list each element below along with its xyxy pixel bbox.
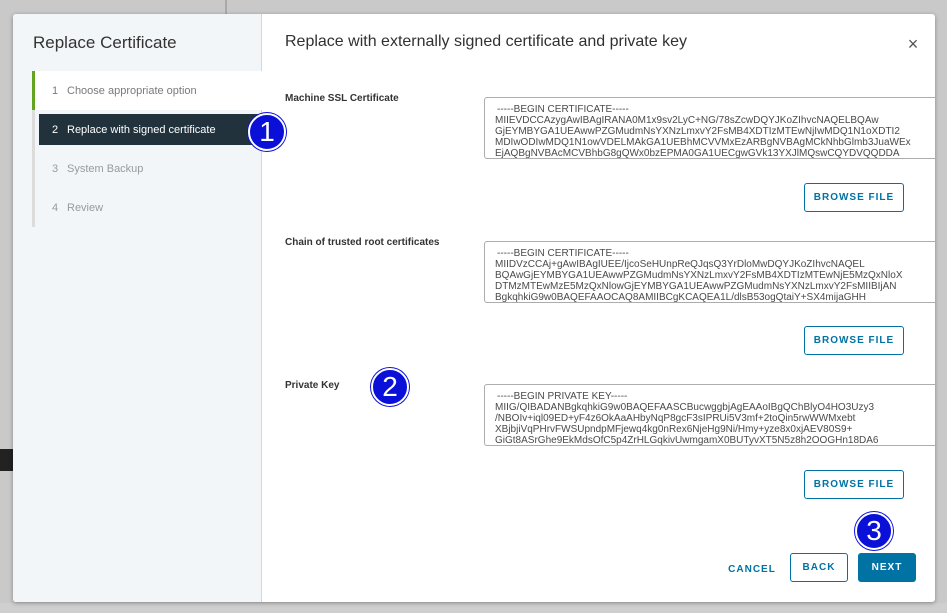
text-line: -----BEGIN CERTIFICATE-----: [497, 248, 629, 259]
text-line: XBjbjiVqPHrvFWSUpndpMFjewq4kg0nRex6NjeHg…: [495, 424, 853, 435]
text-line: GiGt8ASrGhe9EkMdsOfC5p4ZrHLGqkivUwmgamX0…: [495, 435, 879, 446]
step-replace-signed-certificate[interactable]: 2 Replace with signed certificate: [39, 114, 262, 145]
step-label: Choose appropriate option: [67, 84, 197, 97]
text-line: MDIwODIwMDQ1N1owVDELMAkGA1UEBhMCVVMxEzAR…: [495, 137, 911, 148]
machine-ssl-certificate-textarea[interactable]: -----BEGIN CERTIFICATE----- MIIEVDCCAzyg…: [484, 97, 935, 159]
page-title: Replace with externally signed certifica…: [285, 33, 687, 50]
step-system-backup[interactable]: 3 System Backup: [35, 149, 262, 188]
backdrop-bottom: [0, 603, 947, 613]
text-line: BQAwGjEYMBYGA1UEAwwPZGMudmNsYXNzLmxvY2Fs…: [495, 270, 903, 281]
text-line: MIIG/QIBADANBgkqhkiG9w0BAQEFAASCBucwggbj…: [495, 402, 875, 413]
callout-badge-3: 3: [855, 512, 893, 550]
step-label: Replace with signed certificate: [67, 123, 216, 136]
step-label: Review: [67, 201, 104, 214]
next-button[interactable]: NEXT: [858, 553, 916, 582]
machine-ssl-certificate-label: Machine SSL Certificate: [285, 93, 399, 104]
text-line: MIIDVzCCAj+gAwIBAgIUEE/IjcoSeHUnpReQJqsQ…: [495, 259, 865, 270]
text-line: -----BEGIN CERTIFICATE-----: [497, 104, 629, 115]
replace-certificate-dialog: Replace Certificate 1 Choose appropriate…: [13, 14, 935, 602]
text-line: BgkqhkiG9w0BAQEFAAOCAQ8AMIIBCgKCAQEA1L/d…: [495, 292, 866, 303]
step-choose-option[interactable]: 1 Choose appropriate option: [32, 71, 262, 110]
wizard-steps: 1 Choose appropriate option 2 Replace wi…: [32, 71, 262, 227]
callout-badge-2: 2: [371, 368, 409, 406]
text-line: DTMzMTEwMzE5MzQxNlowGjEYMBYGA1UEAwwPZGMu…: [495, 281, 897, 292]
step-number: 4: [52, 201, 59, 214]
step-label: System Backup: [67, 162, 144, 175]
wizard-sidebar: Replace Certificate 1 Choose appropriate…: [13, 14, 262, 602]
back-button[interactable]: BACK: [790, 553, 848, 582]
text-line: EjAQBgNVBAcMCVBhbG8gQWx0bzEPMA0GA1UECgwG…: [495, 148, 900, 159]
trusted-root-chain-textarea[interactable]: -----BEGIN CERTIFICATE----- MIIDVzCCAj+g…: [484, 241, 935, 303]
text-line: /NBOIv+iql09ED+yF4z6OkAaAHbyNqP8gcF3sIPR…: [495, 413, 856, 424]
text-line: -----BEGIN PRIVATE KEY-----: [497, 391, 628, 402]
step-review[interactable]: 4 Review: [35, 188, 262, 227]
private-key-textarea[interactable]: -----BEGIN PRIVATE KEY----- MIIG/QIBADAN…: [484, 384, 935, 446]
step-number: 1: [52, 84, 59, 97]
browse-file-button-machine-ssl[interactable]: BROWSE FILE: [804, 183, 904, 212]
backdrop-strip: [0, 449, 13, 471]
text-line: MIIEVDCCAzygAwIBAgIRANA0M1x9sv2LyC+NG/78…: [495, 115, 879, 126]
step-number: 3: [52, 162, 59, 175]
close-icon[interactable]: ×: [905, 35, 921, 53]
step-number: 2: [52, 123, 59, 136]
browse-file-button-private-key[interactable]: BROWSE FILE: [804, 470, 904, 499]
wizard-title: Replace Certificate: [33, 33, 177, 52]
wizard-content: Replace with externally signed certifica…: [263, 14, 935, 602]
cancel-button[interactable]: CANCEL: [726, 559, 778, 579]
backdrop-divider: [225, 0, 227, 14]
callout-badge-1: 1: [248, 113, 286, 151]
browse-file-button-trusted-root[interactable]: BROWSE FILE: [804, 326, 904, 355]
private-key-label: Private Key: [285, 380, 340, 391]
trusted-root-chain-label: Chain of trusted root certificates: [285, 237, 440, 248]
text-line: GjEYMBYGA1UEAwwPZGMudmNsYXNzLmxvY2FsMB4X…: [495, 126, 900, 137]
